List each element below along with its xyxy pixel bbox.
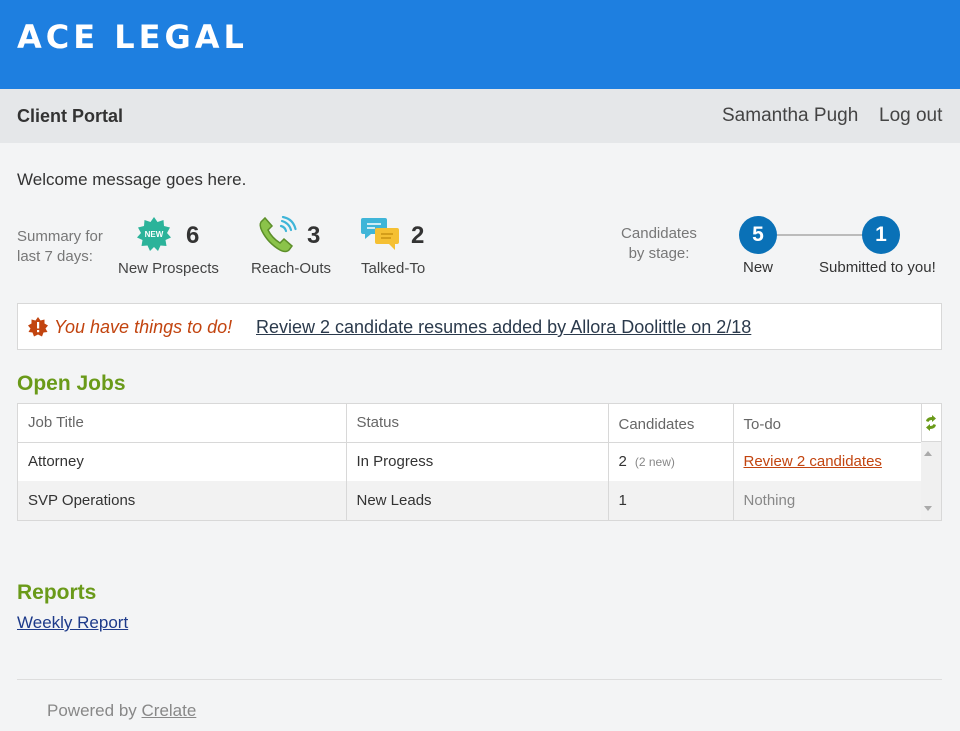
crelate-link[interactable]: Crelate — [142, 701, 197, 720]
svg-text:NEW: NEW — [145, 230, 164, 239]
alert-badge-icon — [28, 317, 48, 337]
logout-link[interactable]: Log out — [879, 105, 942, 127]
footer: Powered by Crelate — [47, 701, 196, 721]
job-todo-cell: Review 2 candidates — [733, 442, 922, 481]
stat-label: New Prospects — [118, 260, 219, 277]
new-badge-icon: NEW — [137, 217, 171, 251]
reports-heading: Reports — [17, 581, 97, 604]
scroll-up-arrow-icon[interactable] — [924, 451, 932, 456]
job-candidates-cell: 2 (2 new) — [608, 442, 734, 481]
job-title-cell[interactable]: Attorney — [18, 442, 347, 481]
candidates-new-note: (2 new) — [634, 455, 675, 470]
job-status-cell: In Progress — [346, 442, 609, 481]
job-todo-cell: Nothing — [733, 481, 922, 520]
top-header-bar: ACE LEGAL — [0, 0, 960, 89]
column-header-candidates[interactable]: Candidates — [608, 404, 734, 443]
job-candidates-cell: 1 — [608, 481, 734, 520]
portal-title: Client Portal — [17, 106, 124, 126]
stat-label: Reach-Outs — [251, 260, 332, 277]
refresh-button[interactable] — [921, 404, 941, 442]
job-status-cell: New Leads — [346, 481, 609, 520]
todo-nothing-text: Nothing — [743, 492, 796, 509]
stat-value: 2 — [411, 222, 425, 249]
phone-icon — [259, 216, 297, 253]
chat-bubbles-icon — [361, 218, 399, 250]
user-name-link[interactable]: Samantha Pugh — [722, 105, 858, 127]
review-candidates-link[interactable]: Review 2 candidates — [744, 453, 882, 470]
table-row[interactable]: SVP Operations New Leads 1 Nothing — [18, 481, 922, 520]
welcome-message: Welcome message goes here. — [17, 170, 247, 189]
open-jobs-heading: Open Jobs — [17, 372, 126, 395]
refresh-icon — [926, 414, 936, 431]
table-header-row: Job Title Status Candidates To-do — [18, 404, 922, 443]
stage-new-label: New — [743, 259, 774, 276]
todo-banner: You have things to do! Review 2 candidat… — [17, 303, 942, 350]
stat-value: 6 — [186, 222, 200, 249]
job-title-cell[interactable]: SVP Operations — [18, 481, 347, 520]
stage-new-count[interactable]: 5 — [739, 216, 777, 254]
table-row[interactable]: Attorney In Progress 2 (2 new) Review 2 c… — [18, 442, 922, 481]
summary-label: Summary for last 7 days: — [17, 227, 117, 267]
summary-label-line1: Summary for — [17, 228, 103, 245]
stage-submitted-count[interactable]: 1 — [862, 216, 900, 254]
stages-label: Candidates by stage: — [620, 224, 698, 264]
column-header-todo[interactable]: To-do — [733, 404, 922, 443]
scroll-down-arrow-icon[interactable] — [924, 506, 932, 511]
footer-divider — [17, 679, 942, 680]
todo-review-link[interactable]: Review 2 candidate resumes added by Allo… — [256, 317, 751, 338]
brand-logo-text: ACE LEGAL — [17, 18, 248, 56]
stage-submitted-label: Submitted to you! — [819, 259, 936, 276]
stages-label-line2: by stage: — [628, 245, 690, 262]
todo-warning-text: You have things to do! — [54, 317, 233, 337]
stat-label: Talked-To — [361, 260, 426, 277]
weekly-report-link[interactable]: Weekly Report — [17, 613, 128, 633]
powered-by-text: Powered by — [47, 701, 137, 720]
stage-connector-line — [777, 234, 863, 236]
open-jobs-table: Job Title Status Candidates To-do Attorn… — [17, 403, 942, 521]
candidates-count: 2 — [618, 453, 627, 471]
stages-label-line1: Candidates — [621, 225, 697, 242]
stat-value: 3 — [307, 222, 321, 249]
column-header-job-title[interactable]: Job Title — [18, 404, 347, 443]
summary-label-line2: last 7 days: — [17, 248, 93, 265]
column-header-status[interactable]: Status — [346, 404, 609, 443]
